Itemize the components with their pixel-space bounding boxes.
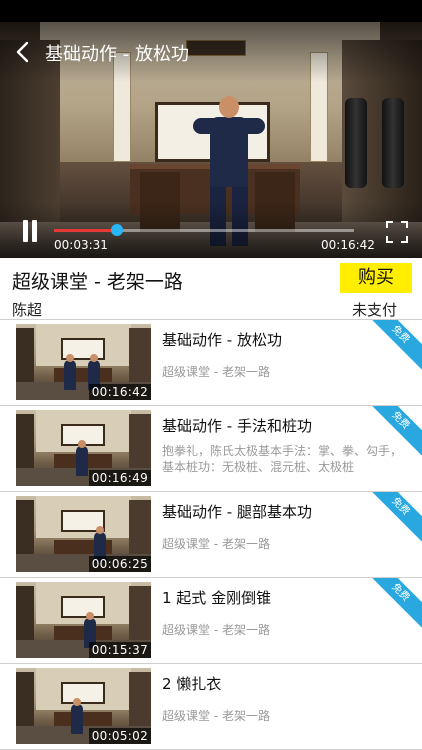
duration-badge: 00:16:42 — [88, 384, 151, 400]
lesson-title: 基础动作 - 手法和桩功 — [162, 417, 312, 435]
thumbnail-figure-head — [96, 526, 104, 534]
thumbnail-door — [16, 328, 34, 388]
pause-icon — [23, 220, 28, 242]
lesson-subtitle: 超级课堂 - 老架一路 — [162, 537, 270, 551]
lesson-thumbnail[interactable]: 00:16:42 — [16, 324, 151, 400]
video-scene-punching-bag — [382, 98, 404, 188]
lesson-subtitle: 超级课堂 - 老架一路 — [162, 365, 270, 379]
thumbnail-door — [129, 414, 151, 474]
thumbnail-door — [16, 586, 34, 646]
thumbnail-figure-head — [90, 354, 98, 362]
free-badge: 免费 — [361, 578, 422, 632]
lesson-item[interactable]: 00:15:37 1 起式 金刚倒锥超级课堂 - 老架一路 免费 — [0, 578, 422, 664]
video-figure-arms — [193, 118, 265, 134]
thumbnail-figure-head — [66, 354, 74, 362]
lesson-title: 基础动作 - 腿部基本功 — [162, 503, 312, 521]
back-button[interactable] — [10, 38, 36, 66]
duration-badge: 00:06:25 — [88, 556, 151, 572]
pause-button[interactable] — [20, 220, 40, 244]
progress-knob[interactable] — [111, 224, 123, 236]
fullscreen-icon — [386, 221, 408, 243]
lesson-title: 1 起式 金刚倒锥 — [162, 589, 272, 607]
lesson-thumbnail[interactable]: 00:16:49 — [16, 410, 151, 486]
lesson-list: 00:16:42 基础动作 - 放松功 超级课堂 - 老架一路 免费 00:16:49 基… — [0, 320, 422, 750]
status-bar — [0, 0, 422, 22]
lesson-thumbnail[interactable]: 00:06:25 — [16, 496, 151, 572]
video-scene-punching-bag — [345, 98, 367, 188]
thumbnail-painting — [61, 596, 105, 618]
thumbnail-figure — [64, 360, 76, 390]
duration-badge: 00:15:37 — [88, 642, 151, 658]
thumbnail-figure-head — [86, 612, 94, 620]
thumbnail-door — [129, 672, 151, 732]
lesson-title: 2 懒扎衣 — [162, 675, 222, 693]
thumbnail-door — [129, 328, 151, 388]
thumbnail-figure-head — [78, 440, 86, 448]
free-badge: 免费 — [361, 492, 422, 546]
lesson-item[interactable]: 00:06:25 基础动作 - 腿部基本功超级课堂 - 老架一路 免费 — [0, 492, 422, 578]
lesson-item[interactable]: 00:05:02 2 懒扎衣超级课堂 - 老架一路 — [0, 664, 422, 750]
free-badge: 免费 — [361, 320, 422, 374]
chevron-left-icon — [16, 41, 29, 63]
lesson-item[interactable]: 00:16:49 基础动作 - 手法和桩功抱拳礼，陈氏太极基本手法：掌、拳、勾手，… — [0, 406, 422, 492]
total-time: 00:16:42 — [321, 238, 375, 252]
lesson-thumbnail[interactable]: 00:15:37 — [16, 582, 151, 658]
progress-bar[interactable] — [54, 224, 354, 236]
lesson-item[interactable]: 00:16:42 基础动作 - 放松功超级课堂 - 老架一路 免费 — [0, 320, 422, 406]
thumbnail-figure — [76, 446, 88, 476]
thumbnail-door — [129, 586, 151, 646]
thumbnail-door — [16, 672, 34, 732]
pause-icon — [32, 220, 37, 242]
lesson-subtitle: 超级课堂 - 老架一路 — [162, 623, 270, 637]
thumbnail-door — [16, 414, 34, 474]
lesson-subtitle: 超级课堂 - 老架一路 — [162, 709, 270, 723]
duration-badge: 00:16:49 — [88, 470, 151, 486]
thumbnail-table — [54, 712, 112, 726]
thumbnail-table — [54, 626, 112, 640]
lesson-description: 抱拳礼，陈氏太极基本手法：掌、拳、勾手，基本桩功：无极桩、混元桩、太极桩 — [162, 444, 403, 474]
fullscreen-button[interactable] — [386, 221, 408, 243]
duration-badge: 00:05:02 — [88, 728, 151, 744]
thumbnail-door — [129, 500, 151, 560]
progress-fill — [54, 229, 117, 232]
thumbnail-table — [54, 368, 112, 382]
video-player[interactable]: 基础动作 - 放松功 00:03:31 00:16:42 — [0, 22, 422, 258]
author-name: 陈超 — [12, 301, 43, 319]
thumbnail-figure — [71, 704, 83, 734]
buy-button[interactable]: 购买 — [340, 263, 412, 293]
video-figure-head — [219, 96, 239, 118]
video-title: 基础动作 - 放松功 — [45, 44, 189, 65]
lesson-title: 基础动作 - 放松功 — [162, 331, 282, 349]
thumbnail-figure-head — [73, 698, 81, 706]
thumbnail-painting — [61, 682, 105, 704]
payment-status: 未支付 — [352, 301, 398, 319]
lesson-thumbnail[interactable]: 00:05:02 — [16, 668, 151, 744]
thumbnail-door — [16, 500, 34, 560]
course-title: 超级课堂 - 老架一路 — [12, 271, 183, 293]
current-time: 00:03:31 — [54, 238, 108, 252]
